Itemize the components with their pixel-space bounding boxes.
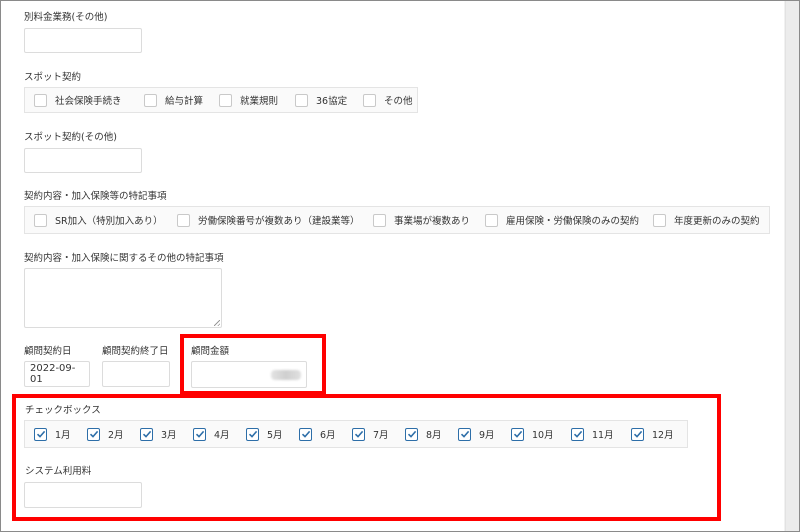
checkbox[interactable]: [352, 427, 365, 441]
contract-start-label: 顧問契約日: [24, 346, 72, 357]
spot-contract-other-input[interactable]: [24, 148, 142, 173]
month-option-8[interactable]: 8月: [405, 427, 458, 441]
notes-option-multi-sites[interactable]: 事業場が複数あり: [373, 213, 485, 227]
spot-option-article36[interactable]: 36協定: [295, 93, 363, 107]
check-icon: [407, 430, 416, 438]
check-icon: [89, 430, 98, 438]
months-group: 1月 2月 3月 4月 5月 6月 7月 8月 9月 10月 11月 12月: [24, 420, 688, 448]
checkbox[interactable]: [140, 427, 153, 441]
resize-grip-icon[interactable]: [214, 320, 220, 326]
checkbox[interactable]: [485, 213, 498, 227]
checkbox[interactable]: [458, 427, 471, 441]
special-fee-other-input[interactable]: [24, 28, 142, 53]
redacted-value: [271, 370, 301, 380]
month-option-5[interactable]: 5月: [246, 427, 299, 441]
spot-contract-group: 社会保険手続き 給与計算 就業規則 36協定 その他: [24, 87, 418, 113]
month-option-10[interactable]: 10月: [511, 427, 571, 441]
checkbox[interactable]: [299, 427, 312, 441]
checkbox[interactable]: [363, 93, 376, 107]
contract-notes-group: SR加入（特別加入あり） 労働保険番号が複数あり（建設業等） 事業場が複数あり …: [24, 206, 770, 234]
check-icon: [633, 430, 642, 438]
checkbox[interactable]: [511, 427, 524, 441]
spot-option-other[interactable]: その他: [363, 93, 413, 107]
contract-end-label: 顧問契約終了日: [102, 346, 169, 357]
checkbox[interactable]: [34, 213, 47, 227]
month-option-6[interactable]: 6月: [299, 427, 352, 441]
form-panel: 別料金業務(その他) スポット契約 社会保険手続き 給与計算 就業規則 36協定…: [1, 1, 784, 531]
check-icon: [513, 430, 522, 438]
checkbox[interactable]: [295, 93, 308, 107]
checkbox[interactable]: [34, 93, 47, 107]
contract-start-input[interactable]: 2022-09-01: [24, 361, 90, 387]
checkbox[interactable]: [405, 427, 418, 441]
check-icon: [301, 430, 310, 438]
checkbox[interactable]: [373, 213, 386, 227]
checkbox[interactable]: [219, 93, 232, 107]
contract-end-input[interactable]: [102, 361, 170, 387]
month-option-3[interactable]: 3月: [140, 427, 193, 441]
spot-option-social-insurance[interactable]: 社会保険手続き: [34, 93, 144, 107]
notes-option-multi-insurance-number[interactable]: 労働保険番号が複数あり（建設業等）: [177, 213, 373, 227]
check-icon: [195, 430, 204, 438]
spot-contract-label: スポット契約: [24, 72, 82, 83]
checkbox[interactable]: [177, 213, 190, 227]
other-notes-textarea[interactable]: [24, 268, 222, 328]
month-option-7[interactable]: 7月: [352, 427, 405, 441]
month-option-12[interactable]: 12月: [631, 427, 674, 441]
check-icon: [460, 430, 469, 438]
checkbox[interactable]: [246, 427, 259, 441]
advisory-fee-label: 顧問金額: [191, 346, 230, 357]
month-option-2[interactable]: 2月: [87, 427, 140, 441]
spot-option-payroll[interactable]: 給与計算: [144, 93, 219, 107]
scrollbar[interactable]: [785, 1, 799, 531]
month-option-4[interactable]: 4月: [193, 427, 246, 441]
check-icon: [36, 430, 45, 438]
notes-option-annual-renewal[interactable]: 年度更新のみの契約: [653, 213, 760, 227]
check-icon: [142, 430, 151, 438]
check-icon: [354, 430, 363, 438]
check-icon: [248, 430, 257, 438]
notes-option-insurance-only[interactable]: 雇用保険・労働保険のみの契約: [485, 213, 653, 227]
other-notes-label: 契約内容・加入保険に関するその他の特記事項: [24, 253, 224, 264]
checkbox-months-label: チェックボックス: [25, 405, 101, 416]
special-fee-other-label: 別料金業務(その他): [24, 12, 108, 23]
month-option-11[interactable]: 11月: [571, 427, 631, 441]
checkbox[interactable]: [87, 427, 100, 441]
checkbox[interactable]: [34, 427, 47, 441]
system-fee-input[interactable]: [24, 482, 142, 508]
spot-contract-other-label: スポット契約(その他): [24, 132, 117, 143]
checkbox[interactable]: [144, 93, 157, 107]
checkbox[interactable]: [571, 427, 584, 441]
checkbox[interactable]: [631, 427, 644, 441]
checkbox[interactable]: [653, 213, 666, 227]
notes-option-sr[interactable]: SR加入（特別加入あり）: [34, 213, 177, 227]
check-icon: [573, 430, 582, 438]
contract-notes-label: 契約内容・加入保険等の特記事項: [24, 191, 167, 202]
month-option-9[interactable]: 9月: [458, 427, 511, 441]
system-fee-label: システム利用料: [25, 466, 92, 477]
checkbox[interactable]: [193, 427, 206, 441]
month-option-1[interactable]: 1月: [34, 427, 87, 441]
spot-option-work-rules[interactable]: 就業規則: [219, 93, 295, 107]
